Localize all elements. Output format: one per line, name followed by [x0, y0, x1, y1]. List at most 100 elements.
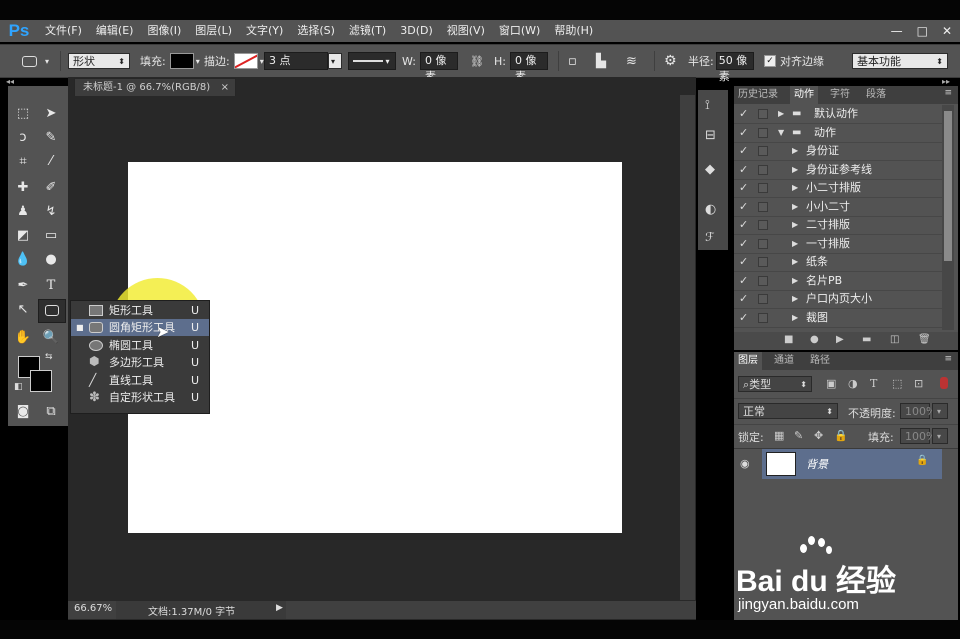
dialog-toggle-box[interactable]	[758, 146, 768, 156]
maximize-button[interactable]: □	[917, 24, 928, 38]
zoom-tool-icon[interactable]: 🔍	[40, 328, 62, 348]
width-field[interactable]: 0 像素	[419, 52, 458, 83]
blend-mode-select[interactable]: 正常 ⬍	[738, 403, 838, 419]
link-icon[interactable]: ⛓	[470, 45, 484, 77]
dialog-toggle-box[interactable]	[758, 183, 768, 193]
lasso-tool-icon[interactable]: ↄ	[12, 128, 34, 148]
action-row[interactable]: ✓ ▶ 小小二寸	[734, 198, 942, 217]
toggle-item-checkmark-icon[interactable]: ✓	[739, 161, 748, 179]
path-arrangement-icon[interactable]: ≋	[626, 45, 637, 77]
collapsed-arrow-icon[interactable]: ▶	[792, 161, 798, 179]
stroke-size-dropdown[interactable]: ▾	[328, 53, 342, 69]
3d-icon[interactable]: ◆	[705, 162, 715, 177]
clone-source-icon[interactable]: ⊟	[705, 128, 716, 143]
action-row[interactable]: ✓ ▶ 身份证	[734, 142, 942, 161]
shape-filter-icon[interactable]: ⬚	[892, 377, 902, 390]
dialog-toggle-box[interactable]	[758, 220, 768, 230]
dialog-toggle-box[interactable]	[758, 109, 768, 119]
height-field[interactable]: 0 像素	[509, 52, 548, 83]
eraser-tool-icon[interactable]: ◩	[12, 226, 34, 246]
collapse-toolbox-icon[interactable]: ◂◂	[6, 77, 14, 86]
action-row[interactable]: ✓ ▶ 一寸排版	[734, 235, 942, 254]
vertical-scrollbar[interactable]	[680, 95, 695, 600]
adjustments-icon[interactable]: ◐	[705, 202, 716, 217]
expanded-arrow-icon[interactable]: ▼	[778, 124, 784, 142]
gear-icon[interactable]: ⚙	[664, 45, 677, 77]
filter-toggle[interactable]	[940, 377, 948, 389]
path-alignment-icon[interactable]: ▙	[596, 45, 606, 77]
tool-preset-picker[interactable]: ▾	[22, 45, 49, 77]
action-row[interactable]: ▬ ✓ ▼ 动作	[734, 124, 942, 143]
path-operations-icon[interactable]: ▫	[568, 45, 577, 77]
close-icon[interactable]: ×	[221, 79, 229, 96]
action-row[interactable]: ✓ ▶ 小二寸排版	[734, 179, 942, 198]
toggle-item-checkmark-icon[interactable]: ✓	[739, 272, 748, 290]
quick-selection-tool-icon[interactable]: ✎	[40, 128, 62, 148]
collapsed-arrow-icon[interactable]: ▶	[792, 235, 798, 253]
toggle-item-checkmark-icon[interactable]: ✓	[739, 124, 748, 142]
collapse-panels-icon[interactable]: ▸▸	[942, 77, 950, 86]
action-row[interactable]: ✓ ▶ 纸条	[734, 253, 942, 272]
collapsed-arrow-icon[interactable]: ▶	[792, 179, 798, 197]
status-menu-arrow-icon[interactable]: ▶	[276, 603, 283, 613]
action-row[interactable]: ✓ ▶ 户口内页大小	[734, 290, 942, 309]
play-icon[interactable]: ▶	[836, 334, 844, 345]
stroke-color-swatch[interactable]	[233, 53, 258, 69]
toggle-item-checkmark-icon[interactable]: ✓	[739, 253, 748, 271]
collapsed-arrow-icon[interactable]: ▶	[792, 290, 798, 308]
actions-scrollbar[interactable]	[942, 105, 954, 330]
brush-presets-icon[interactable]: ⟟	[705, 98, 710, 113]
menu-layer[interactable]: 图层(L)	[188, 20, 239, 42]
record-icon[interactable]: ●	[810, 334, 819, 345]
collapsed-arrow-icon[interactable]: ▶	[792, 142, 798, 160]
menu-file[interactable]: 文件(F)	[38, 20, 89, 42]
clone-stamp-tool-icon[interactable]: ♟	[12, 202, 34, 222]
image-filter-icon[interactable]: ▣	[826, 377, 836, 390]
collapsed-arrow-icon[interactable]: ▶	[792, 198, 798, 216]
zoom-level[interactable]: 66.67%	[74, 603, 112, 614]
layer-filter-select[interactable]: ⌕类型 ⬍	[738, 376, 812, 392]
dialog-toggle-box[interactable]	[758, 164, 768, 175]
adjustment-filter-icon[interactable]: ◑	[848, 377, 858, 390]
eyedropper-tool-icon[interactable]: ⁄	[40, 152, 62, 172]
dialog-toggle-box[interactable]	[758, 294, 768, 304]
stroke-size-field[interactable]: 3 点	[264, 52, 328, 70]
background-color-swatch[interactable]	[30, 370, 52, 392]
pen-tool-icon[interactable]: ✒	[12, 276, 34, 296]
flyout-polygon-tool[interactable]: ⬢ 多边形工具 U	[71, 354, 209, 371]
layer-row-background[interactable]: 背景 🔒	[762, 449, 942, 479]
tab-paths[interactable]: 路径	[806, 352, 834, 370]
dodge-tool-icon[interactable]: ●	[40, 250, 62, 270]
stroke-type-select[interactable]: ▾	[348, 52, 396, 70]
brush-tool-icon[interactable]: ✐	[40, 178, 62, 198]
type-tool-icon[interactable]: T	[40, 276, 62, 296]
menu-help[interactable]: 帮助(H)	[547, 20, 600, 42]
tab-character[interactable]: 字符	[826, 86, 854, 104]
fill-field[interactable]: 100%	[900, 428, 936, 444]
dialog-toggle-box[interactable]	[758, 238, 768, 249]
new-set-icon[interactable]: ▬	[862, 334, 871, 345]
toggle-item-checkmark-icon[interactable]: ✓	[739, 198, 748, 216]
menu-view[interactable]: 视图(V)	[440, 20, 492, 42]
toggle-item-checkmark-icon[interactable]: ✓	[739, 309, 748, 327]
toggle-item-checkmark-icon[interactable]: ✓	[739, 290, 748, 308]
eye-icon[interactable]: ◉	[740, 457, 750, 470]
menu-image[interactable]: 图像(I)	[140, 20, 188, 42]
lock-transparency-icon[interactable]: ▦	[774, 429, 784, 442]
tab-channels[interactable]: 通道	[770, 352, 798, 370]
document-tab[interactable]: 未标题-1 @ 66.7%(RGB/8) ×	[74, 78, 236, 96]
panel-menu-icon[interactable]: ≡	[944, 354, 952, 364]
flyout-custom-shape-tool[interactable]: ✽ 自定形状工具 U	[71, 389, 209, 406]
collapsed-arrow-icon[interactable]: ▶	[792, 272, 798, 290]
shape-mode-select[interactable]: 形状 ⬍	[68, 53, 130, 69]
menu-3d[interactable]: 3D(D)	[393, 20, 440, 42]
blur-tool-icon[interactable]: 💧	[12, 250, 34, 270]
tab-layers[interactable]: 图层	[734, 352, 762, 370]
workspace-select[interactable]: 基本功能 ⬍	[852, 53, 948, 69]
actions-icon[interactable]: ℱ	[705, 230, 714, 244]
action-row[interactable]: ✓ ▶ 名片PB	[734, 272, 942, 291]
menu-edit[interactable]: 编辑(E)	[89, 20, 141, 42]
lock-all-icon[interactable]: 🔒	[834, 429, 848, 442]
flyout-ellipse-tool[interactable]: 椭圆工具 U	[71, 337, 209, 354]
dialog-toggle-box[interactable]	[758, 312, 768, 323]
